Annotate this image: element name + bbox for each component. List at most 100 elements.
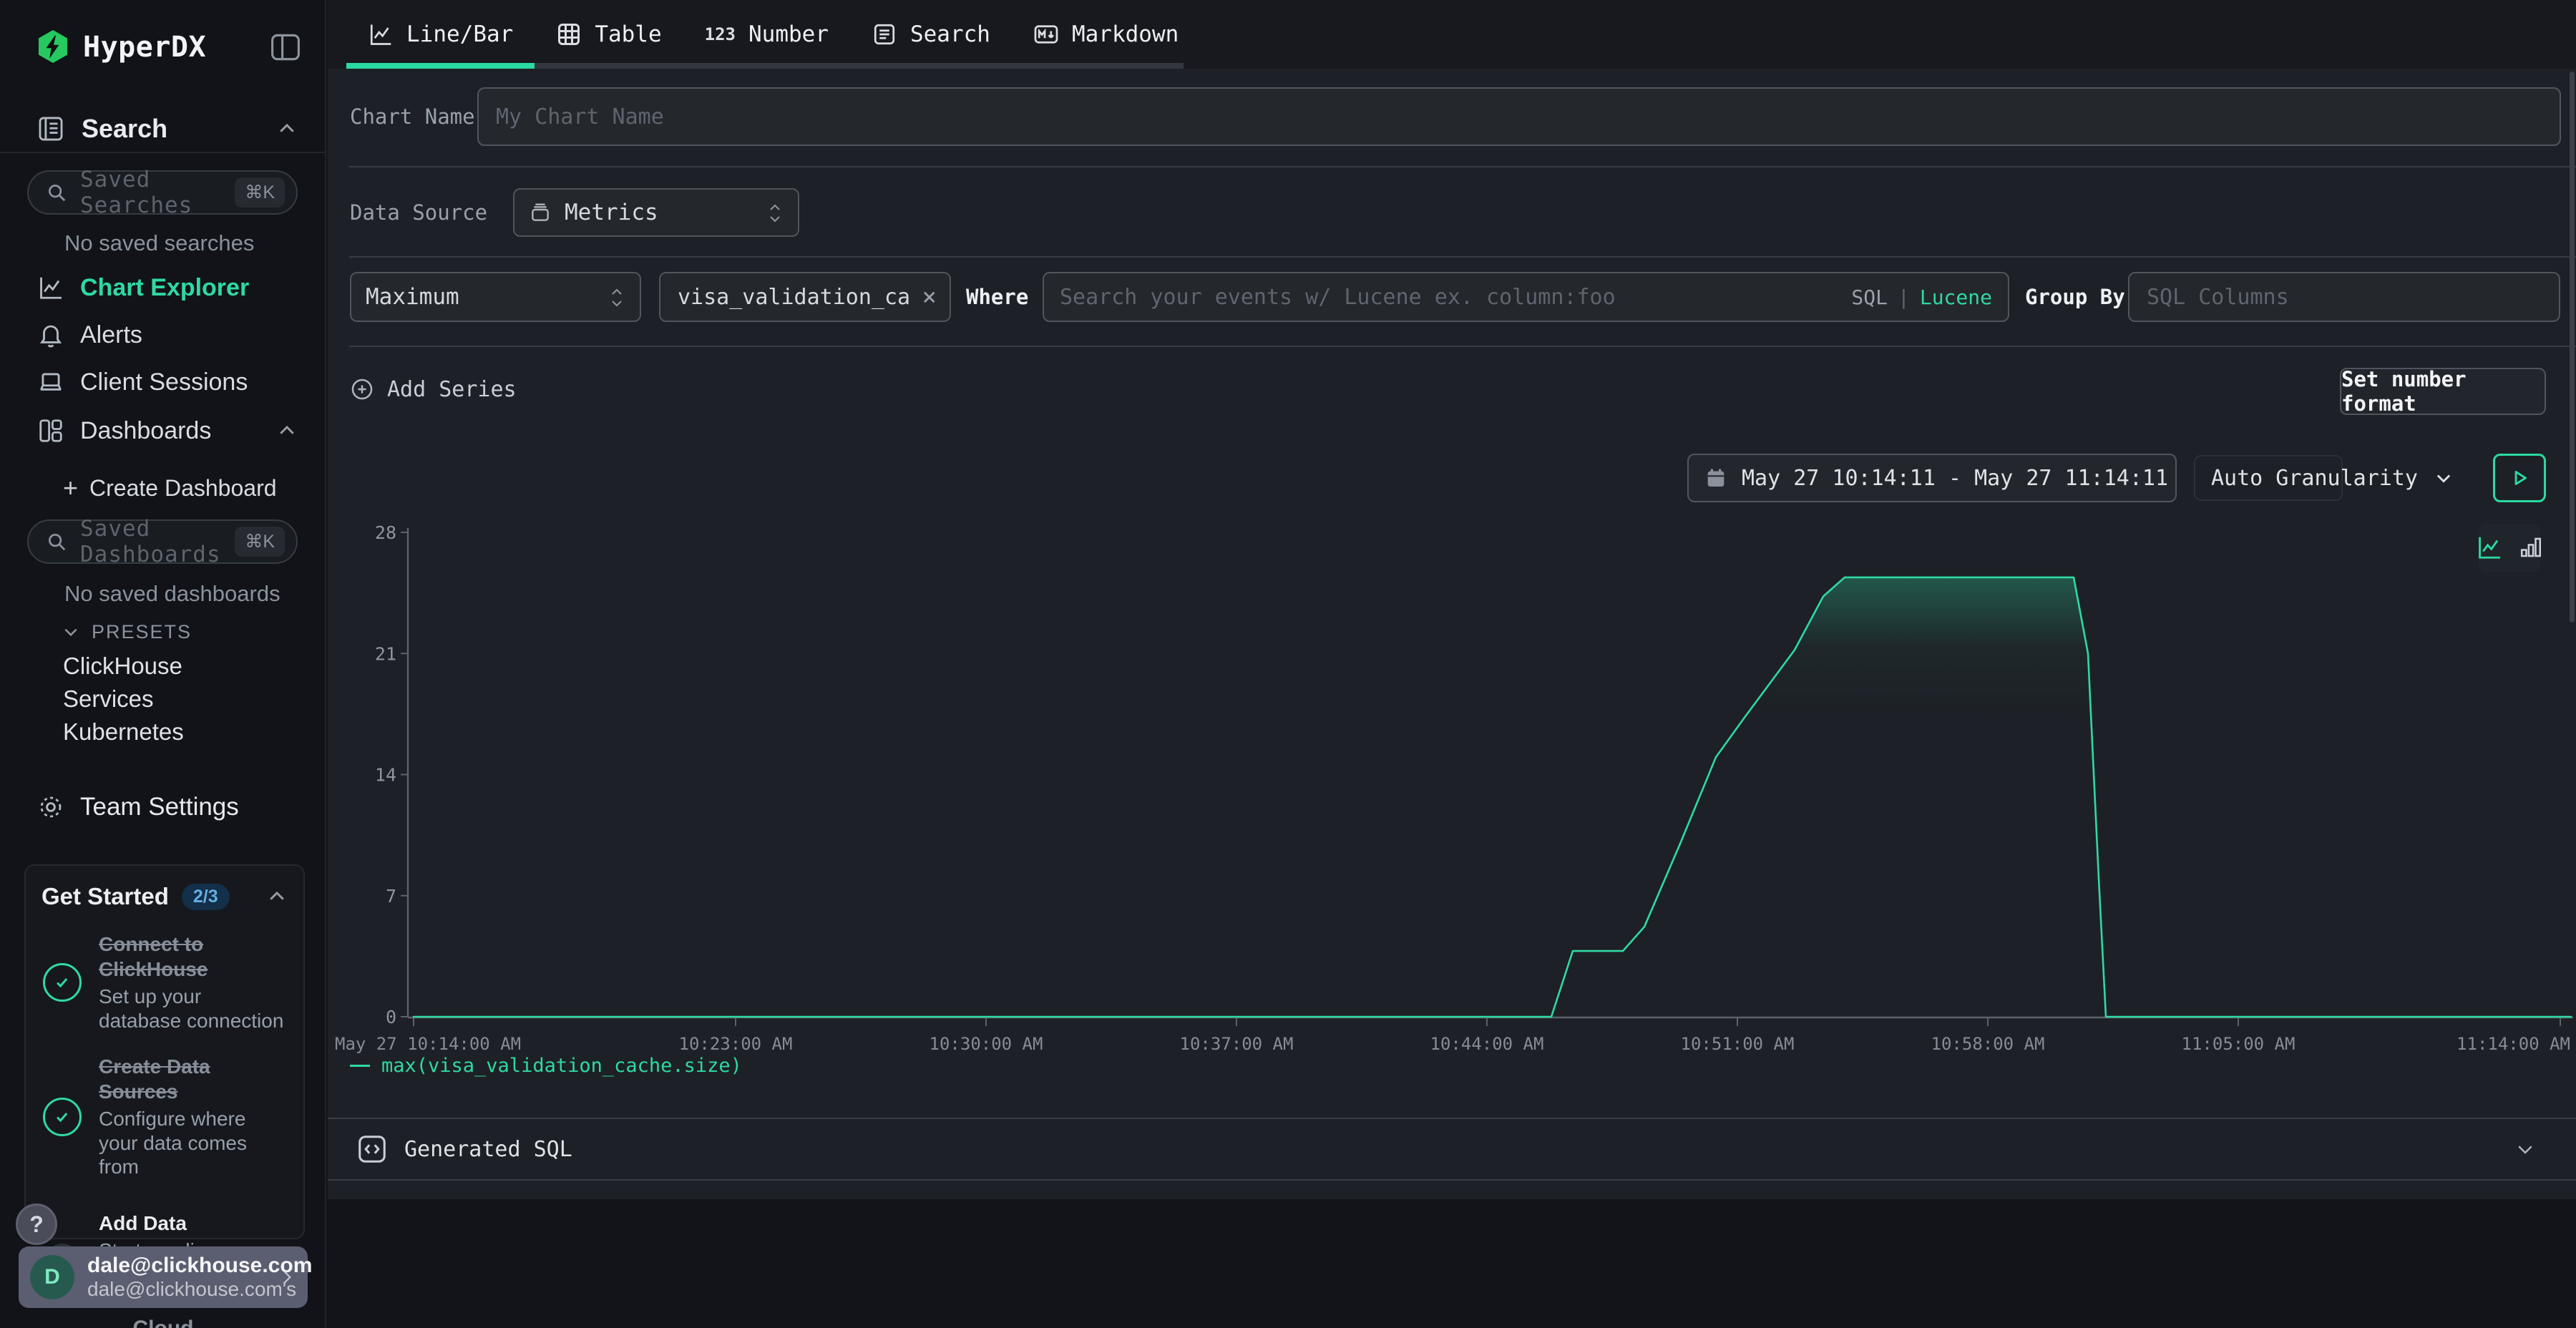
svg-text:10:58:00 AM: 10:58:00 AM <box>1931 1034 2045 1054</box>
chart-name-input[interactable] <box>477 87 2561 146</box>
chart-legend[interactable]: max(visa_validation_cache.size) <box>350 1055 742 1077</box>
app-root: HyperDX Search Saved Searches ⌘K No save… <box>0 0 2576 1328</box>
svg-text:May 27 10:14:00 AM: May 27 10:14:00 AM <box>335 1034 521 1054</box>
clipped-org-text: Cloud <box>0 1317 326 1328</box>
get-started-item-desc: Configure where your data comes from <box>99 1107 288 1179</box>
sidebar-item-team-settings[interactable]: Team Settings <box>37 787 298 827</box>
get-started-item-sources[interactable]: Create Data Sources Configure where your… <box>42 1054 288 1179</box>
svg-text:21: 21 <box>375 643 396 664</box>
svg-text:11:14:00 AM: 11:14:00 AM <box>2457 1034 2570 1054</box>
get-started-item-title: Add Data <box>99 1211 248 1236</box>
generated-sql-toggle[interactable]: Generated SQL <box>328 1119 2576 1179</box>
close-icon[interactable]: × <box>922 283 937 311</box>
123-icon: 123 <box>705 24 736 44</box>
chevron-down-icon <box>2514 1138 2536 1160</box>
svg-text:11:05:00 AM: 11:05:00 AM <box>2182 1034 2296 1054</box>
saved-searches-input[interactable]: Saved Searches ⌘K <box>27 170 298 215</box>
create-dashboard-label: Create Dashboard <box>89 475 276 502</box>
search-icon <box>46 531 67 552</box>
divider <box>349 166 2576 167</box>
sidebar: HyperDX Search Saved Searches ⌘K No save… <box>0 0 326 1328</box>
group-by-input[interactable] <box>2128 272 2560 322</box>
timeseries-chart[interactable]: 07142128May 27 10:14:00 AM10:23:00 AM10:… <box>329 518 2576 1066</box>
plus-icon: + <box>63 475 78 501</box>
app-title: HyperDX <box>83 31 206 64</box>
line-chart-icon <box>368 21 394 47</box>
sidebar-collapse-icon[interactable] <box>270 33 301 62</box>
database-icon <box>529 201 552 224</box>
svg-text:0: 0 <box>386 1007 396 1027</box>
dashboards-grid-icon <box>37 417 64 444</box>
shortcut-badge: ⌘K <box>235 527 285 557</box>
divider <box>328 1179 2576 1181</box>
sidebar-section-search[interactable]: Search <box>37 109 298 149</box>
set-number-format-button[interactable]: Set number format <box>2340 368 2546 415</box>
chart-name-label: Chart Name <box>350 104 475 129</box>
sidebar-section-dashboards[interactable]: Dashboards <box>37 411 298 451</box>
tab-search[interactable]: Search <box>850 0 1012 69</box>
search-icon <box>46 182 67 203</box>
laptop-icon <box>37 368 64 396</box>
lucene-toggle[interactable]: Lucene <box>1920 285 1992 309</box>
preset-item[interactable]: Services <box>0 683 325 716</box>
markdown-icon <box>1033 21 1059 47</box>
metric-chip[interactable]: visa_validation_cach × <box>659 272 951 322</box>
group-by-label: Group By <box>2025 285 2125 309</box>
sidebar-divider <box>0 152 325 153</box>
chevron-down-icon <box>62 622 80 641</box>
tab-table[interactable]: Table <box>535 0 683 69</box>
play-icon <box>2507 466 2532 490</box>
user-menu[interactable]: D dale@clickhouse.com dale@clickhouse.co… <box>19 1246 308 1308</box>
sidebar-item-chart-explorer[interactable]: Chart Explorer <box>37 268 298 308</box>
get-started-card: Get Started 2/3 Connect to ClickHouse Se… <box>24 864 305 1239</box>
aggregation-value: Maximum <box>366 284 459 310</box>
svg-text:10:51:00 AM: 10:51:00 AM <box>1681 1034 1795 1054</box>
presets-label: PRESETS <box>92 621 192 643</box>
aggregation-select[interactable]: Maximum <box>350 272 641 322</box>
data-source-select[interactable]: Metrics <box>513 188 799 237</box>
run-query-button[interactable] <box>2493 454 2546 502</box>
granularity-select[interactable]: Auto Granularity <box>2194 455 2343 501</box>
help-button[interactable]: ? <box>16 1204 57 1245</box>
svg-text:14: 14 <box>375 765 396 786</box>
chevron-up-icon <box>266 886 288 907</box>
get-started-header[interactable]: Get Started 2/3 <box>42 883 288 910</box>
svg-text:10:23:00 AM: 10:23:00 AM <box>679 1034 793 1054</box>
preset-item[interactable]: Kubernetes <box>0 716 325 748</box>
get-started-item-title: Connect to ClickHouse <box>99 932 288 982</box>
progress-badge: 2/3 <box>182 884 230 910</box>
alerts-label: Alerts <box>80 321 142 349</box>
journal-icon <box>37 115 64 142</box>
bell-icon <box>37 321 64 348</box>
presets-list: ClickHouse Services Kubernetes <box>0 650 325 748</box>
preset-item[interactable]: ClickHouse <box>0 650 325 683</box>
date-range-picker[interactable]: May 27 10:14:11 - May 27 11:14:11 <box>1687 454 2177 502</box>
no-saved-dashboards-note: No saved dashboards <box>64 581 280 607</box>
metric-chip-label: visa_validation_cach <box>678 285 911 310</box>
team-settings-label: Team Settings <box>80 793 239 821</box>
add-series-button[interactable]: Add Series <box>350 371 517 408</box>
presets-toggle[interactable]: PRESETS <box>62 617 192 647</box>
tab-line-bar[interactable]: Line/Bar <box>346 0 535 69</box>
sidebar-item-client-sessions[interactable]: Client Sessions <box>37 362 298 402</box>
query-language-toggle: SQL | Lucene <box>1851 285 1992 309</box>
select-chevrons-icon <box>766 199 784 226</box>
tab-number[interactable]: 123 Number <box>683 0 850 69</box>
tab-markdown[interactable]: Markdown <box>1012 0 1200 69</box>
chevron-down-icon <box>2434 468 2454 488</box>
svg-text:28: 28 <box>375 522 396 543</box>
get-started-item-desc: Set up your database connection <box>99 985 288 1032</box>
data-source-label: Data Source <box>350 200 487 225</box>
granularity-value: Auto Granularity <box>2211 466 2418 491</box>
circled-plus-icon <box>350 377 374 401</box>
scrollbar-thumb[interactable] <box>2570 72 2575 622</box>
get-started-item-connect[interactable]: Connect to ClickHouse Set up your databa… <box>42 932 288 1032</box>
saved-dashboards-input[interactable]: Saved Dashboards ⌘K <box>27 519 298 564</box>
create-dashboard-button[interactable]: + Create Dashboard <box>63 471 298 505</box>
where-input[interactable] <box>1060 285 1851 310</box>
avatar: D <box>30 1255 74 1299</box>
hyperdx-logo-icon <box>36 29 70 66</box>
sidebar-item-alerts[interactable]: Alerts <box>37 315 298 355</box>
user-email: dale@clickhouse.com <box>87 1254 278 1278</box>
sql-toggle[interactable]: SQL <box>1851 285 1888 309</box>
